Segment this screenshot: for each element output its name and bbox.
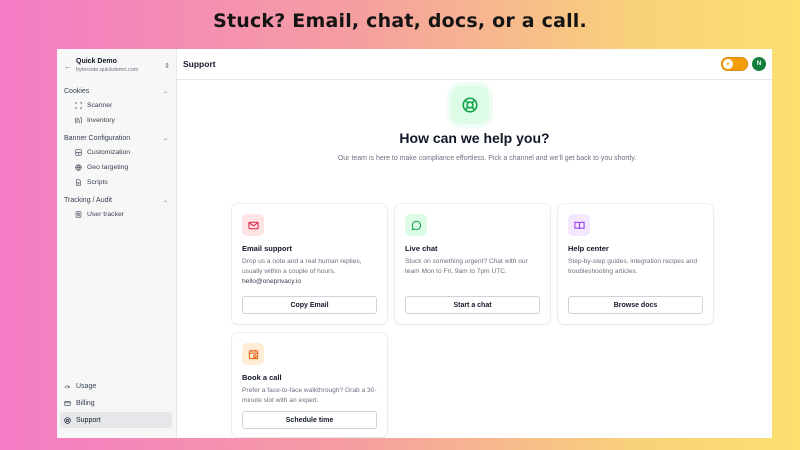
user-icon [75,211,87,218]
sun-icon: ☀ [723,59,733,69]
main-content: Support ☀ N How can we help you? Our tea… [177,49,772,438]
support-email: hello@oneprivacy.io [242,278,301,285]
app-window: ← Quick Demo bytecode.quickdemo.com ⇕ Co… [57,49,772,438]
chevron-down-icon: ⌄ [162,135,168,142]
chevron-up-down-icon[interactable]: ⇕ [164,62,170,70]
support-icon [64,416,76,424]
org-name: Quick Demo [76,58,117,66]
scan-icon [75,102,87,109]
card-email-support: Email support Drop us a note and a real … [232,204,387,324]
avatar[interactable]: N [752,57,766,71]
promo-banner-title: Stuck? Email, chat, docs, or a call. [213,10,587,32]
group-cookies[interactable]: Cookies ⌄ [57,84,176,98]
calendar-icon [242,343,264,365]
copy-email-button[interactable]: Copy Email [242,296,377,314]
sidebar-item-usage[interactable]: Usage [60,378,172,394]
file-icon [75,179,87,186]
org-switcher[interactable]: ← Quick Demo bytecode.quickdemo.com ⇕ [57,49,176,81]
sidebar-item-support[interactable]: Support [60,412,172,428]
card-book-a-call: Book a call Prefer a face-to-face walkth… [232,333,387,437]
group-tracking-audit[interactable]: Tracking / Audit ⌄ [57,193,176,207]
card-help-center: Help center Step-by-step guides, integra… [558,204,713,324]
topbar: Support ☀ N [177,49,772,80]
mail-icon [242,214,264,236]
billing-icon [64,400,76,407]
sidebar-item-user-tracker[interactable]: User tracker [57,207,176,222]
start-chat-button[interactable]: Start a chat [405,296,540,314]
sidebar-item-scanner[interactable]: Scanner [57,98,176,113]
schedule-time-button[interactable]: Schedule time [242,411,377,429]
support-heading: How can we help you? [399,130,550,146]
back-arrow-icon[interactable]: ← [64,62,76,71]
browse-docs-button[interactable]: Browse docs [568,296,703,314]
sidebar-item-scripts[interactable]: Scripts [57,175,176,190]
globe-icon [75,164,87,171]
customization-icon [75,149,87,156]
gauge-icon [64,383,76,390]
chevron-down-icon: ⌄ [162,88,168,95]
inventory-icon [75,117,87,124]
chevron-down-icon: ⌄ [162,197,168,204]
page-title: Support [183,59,216,69]
lifebuoy-icon [451,86,489,124]
group-banner-configuration[interactable]: Banner Configuration ⌄ [57,131,176,145]
org-domain: bytecode.quickdemo.com [76,66,139,73]
sidebar-bottom-nav: Usage Billing Support [60,377,172,428]
card-live-chat: Live chat Stuck on something urgent? Cha… [395,204,550,324]
support-subtitle: Our team is here to make compliance effo… [337,155,637,162]
sidebar-item-billing[interactable]: Billing [60,395,172,411]
sidebar: ← Quick Demo bytecode.quickdemo.com ⇕ Co… [57,49,177,438]
sidebar-item-inventory[interactable]: Inventory [57,113,176,128]
book-icon [568,214,590,236]
sidebar-item-customization[interactable]: Customization [57,145,176,160]
chat-icon [405,214,427,236]
theme-toggle[interactable]: ☀ [721,57,748,71]
sidebar-item-geo-targeting[interactable]: Geo targeting [57,160,176,175]
